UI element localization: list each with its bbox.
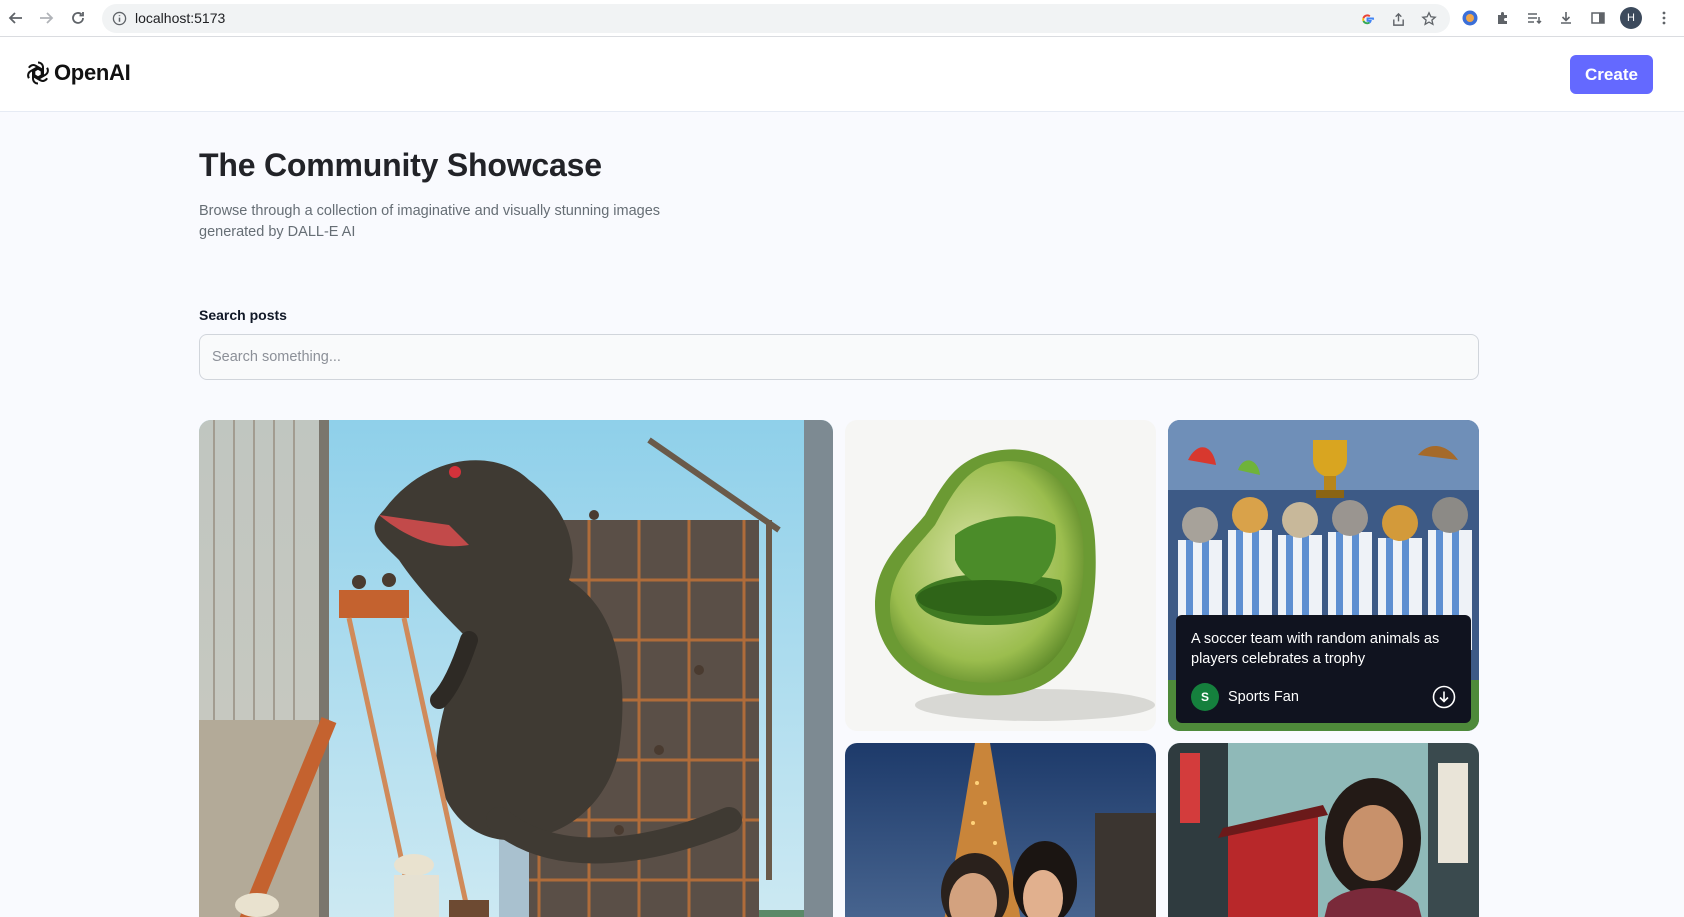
- page-title: The Community Showcase: [199, 147, 602, 183]
- share-icon[interactable]: [1389, 10, 1407, 28]
- post-card-tokyo-girl[interactable]: [1168, 743, 1479, 917]
- search-input[interactable]: [199, 334, 1479, 380]
- bookmark-star-icon[interactable]: [1420, 10, 1438, 28]
- post-card-eiffel-couple[interactable]: [845, 743, 1156, 917]
- post-author: S Sports Fan: [1191, 683, 1299, 711]
- post-overlay: A soccer team with random animals as pla…: [1176, 615, 1471, 723]
- post-image: [845, 420, 1156, 731]
- extension-icon[interactable]: [1460, 8, 1480, 28]
- browser-toolbar: localhost:5173 H: [0, 0, 1684, 37]
- site-info-icon[interactable]: [112, 11, 127, 26]
- post-card-komodo-dragon[interactable]: [199, 420, 833, 917]
- download-icon[interactable]: [1432, 685, 1456, 709]
- menu-kebab-icon[interactable]: [1654, 8, 1674, 28]
- address-bar[interactable]: localhost:5173: [102, 4, 1450, 33]
- google-icon[interactable]: [1358, 10, 1376, 28]
- openai-logo[interactable]: OpenAI: [24, 59, 131, 87]
- post-card-avocado-chair[interactable]: [845, 420, 1156, 731]
- app-header: OpenAI Create: [0, 37, 1684, 112]
- create-button[interactable]: Create: [1570, 55, 1653, 94]
- post-prompt: A soccer team with random animals as pla…: [1191, 631, 1440, 667]
- extensions-puzzle-icon[interactable]: [1493, 8, 1513, 28]
- post-image: [1168, 743, 1479, 917]
- author-avatar: S: [1191, 683, 1219, 711]
- post-card-soccer-animals[interactable]: A soccer team with random animals as pla…: [1168, 420, 1479, 731]
- reading-list-icon[interactable]: [1524, 8, 1544, 28]
- url-text: localhost:5173: [135, 10, 226, 26]
- side-panel-icon[interactable]: [1588, 8, 1608, 28]
- forward-icon[interactable]: [34, 6, 58, 30]
- profile-avatar[interactable]: H: [1620, 7, 1642, 29]
- page-subtitle: Browse through a collection of imaginati…: [199, 203, 661, 240]
- post-image: [199, 420, 833, 917]
- search-label: Search posts: [199, 307, 287, 323]
- logo-text: OpenAI: [54, 60, 131, 85]
- openai-logo-icon: [27, 61, 49, 85]
- post-image: [845, 743, 1156, 917]
- reload-icon[interactable]: [66, 6, 90, 30]
- back-icon[interactable]: [4, 6, 28, 30]
- author-name: Sports Fan: [1228, 689, 1299, 705]
- download-icon[interactable]: [1556, 8, 1576, 28]
